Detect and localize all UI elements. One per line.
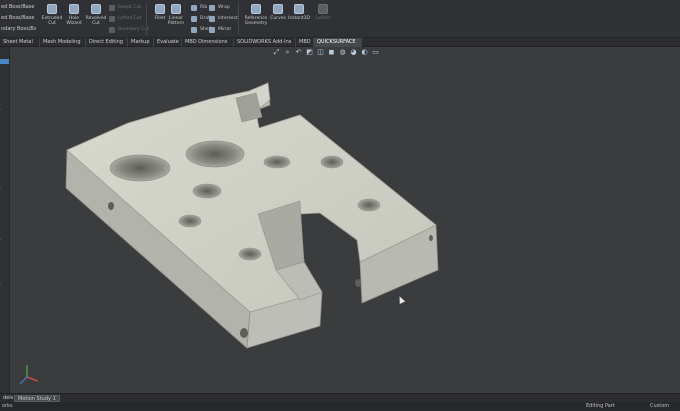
tab-quicksurface[interactable]: QUICKSURFACE: [314, 38, 362, 47]
tab-mesh-modeling[interactable]: Mesh Modeling: [40, 38, 86, 47]
revolved-boss-button[interactable]: ed Boss/Base: [0, 13, 36, 24]
linear-pattern-button[interactable]: Linear Pattern: [164, 2, 188, 36]
previous-view-icon[interactable]: ↶: [294, 48, 303, 57]
tab-direct-editing[interactable]: Direct Editing: [86, 38, 128, 47]
counterbore-hole: [238, 247, 262, 261]
bottom-tabs: dels Motion Study 1: [0, 393, 680, 402]
zoom-to-fit-icon[interactable]: ⤢: [272, 48, 281, 57]
revolved-cut-icon: [91, 4, 101, 14]
extruded-cut-button[interactable]: Extruded Cut: [40, 2, 64, 36]
wrap-button[interactable]: Wrap: [208, 3, 230, 13]
ribbon-separator: [146, 3, 147, 35]
hole-wizard-button[interactable]: Hole Wizard: [62, 2, 86, 36]
hide-show-icon[interactable]: ◍: [338, 48, 347, 57]
extruded-boss-button[interactable]: ed Boss/Base: [0, 2, 36, 13]
panel-marker: ·: [0, 107, 2, 112]
section-view-icon[interactable]: ◩: [305, 48, 314, 57]
counterbore-hole: [357, 198, 381, 212]
status-app-name: orks: [2, 403, 13, 409]
counterbore-hole: [263, 155, 291, 169]
scene-icon[interactable]: ◐: [360, 48, 369, 57]
lofted-cut-button[interactable]: Lofted Cut: [108, 14, 141, 24]
instant3d-button[interactable]: Instant3D: [287, 2, 311, 36]
counterbore-hole: [178, 214, 202, 228]
swept-cut-button[interactable]: Swept Cut: [108, 3, 141, 13]
panel-marker: ·: [0, 185, 2, 190]
feature-manager-panel[interactable]: · · · ·: [0, 47, 10, 393]
counterbore-hole: [192, 183, 222, 199]
intersect-button[interactable]: Intersect: [208, 14, 238, 24]
reference-geometry-icon: [251, 4, 261, 14]
graphics-viewport[interactable]: [11, 60, 680, 393]
lofted-button[interactable]: Lofted: [311, 2, 335, 36]
ribbon-separator: [238, 3, 239, 35]
reference-triad: [19, 365, 39, 385]
mirror-button[interactable]: Mirror: [208, 25, 231, 35]
machined-part-model[interactable]: [65, 82, 439, 349]
side-hole: [108, 202, 114, 210]
tab-markup[interactable]: Markup: [128, 38, 154, 47]
large-hole: [185, 140, 245, 168]
view-orientation-icon[interactable]: ◫: [316, 48, 325, 57]
zoom-area-icon[interactable]: ⌕: [283, 48, 292, 57]
tab-mbd[interactable]: MBD: [296, 38, 314, 47]
side-hole: [355, 279, 361, 287]
counterbore-hole: [320, 155, 344, 169]
appearance-icon[interactable]: ◕: [349, 48, 358, 57]
linear-pattern-icon: [171, 4, 181, 14]
revolved-cut-button[interactable]: Revolved Cut: [84, 2, 108, 36]
heads-up-view-toolbar: ⤢ ⌕ ↶ ◩ ◫ ◼ ◍ ◕ ◐ ▭: [272, 48, 380, 60]
curves-icon: [273, 4, 283, 14]
ribbon-features-group: ed Boss/Base ed Boss/Base ndary Boss/Bas…: [0, 2, 36, 35]
tab-motion-study[interactable]: Motion Study 1: [14, 395, 60, 402]
view-settings-icon[interactable]: ▭: [371, 48, 380, 57]
tab-sheet-metal[interactable]: Sheet Metal: [0, 38, 40, 47]
tab-evaluate[interactable]: Evaluate: [154, 38, 182, 47]
extruded-cut-icon: [47, 4, 57, 14]
large-hole: [109, 154, 171, 182]
boundary-cut-button[interactable]: Boundary Cut: [108, 25, 149, 35]
tab-solidworks-add-ins[interactable]: SOLIDWORKS Add-Ins: [234, 38, 296, 47]
side-hole: [429, 235, 433, 241]
selected-tree-item[interactable]: [0, 59, 9, 64]
instant3d-icon: [294, 4, 304, 14]
panel-marker: ·: [0, 237, 2, 242]
status-bar: orks Editing Part Custom: [0, 402, 680, 411]
tab-mbd-dimensions[interactable]: MBD Dimensions: [182, 38, 234, 47]
side-hole: [240, 328, 248, 338]
status-units[interactable]: Custom: [650, 403, 669, 409]
command-tabs: Sheet Metal Mesh Modeling Direct Editing…: [0, 38, 680, 47]
panel-marker: ·: [0, 281, 2, 286]
status-editing: Editing Part: [586, 403, 615, 409]
command-ribbon: ed Boss/Base ed Boss/Base ndary Boss/Bas…: [0, 0, 680, 38]
rib-button[interactable]: Rib: [190, 3, 207, 13]
hole-wizard-icon: [69, 4, 79, 14]
display-style-icon[interactable]: ◼: [327, 48, 336, 57]
boundary-boss-button[interactable]: ndary Boss/Base: [0, 24, 36, 35]
lofted-icon: [318, 4, 328, 14]
